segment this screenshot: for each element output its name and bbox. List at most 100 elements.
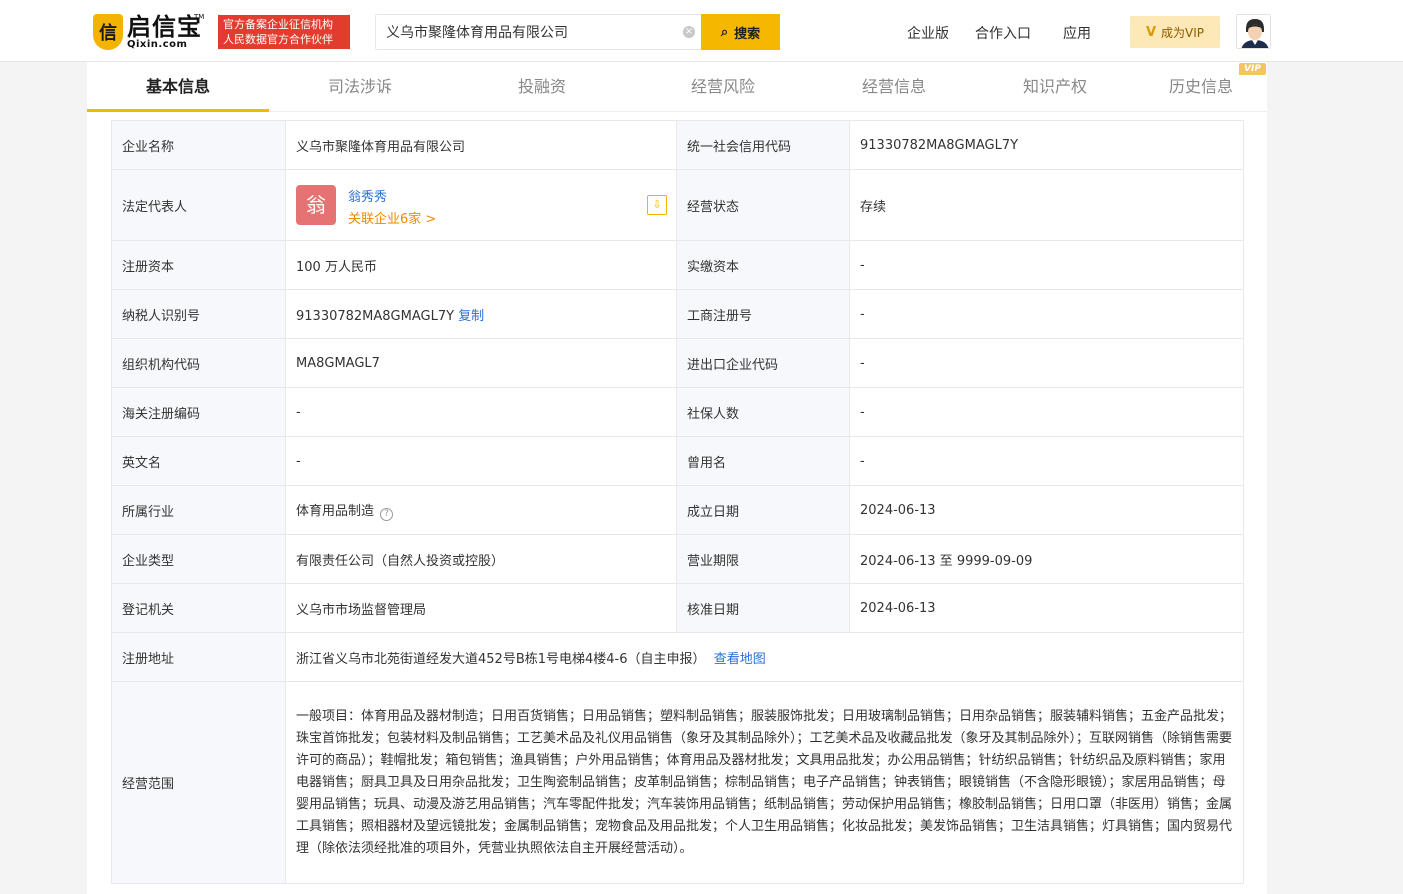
logo-trademark: TM (194, 13, 205, 21)
nav-apps[interactable]: 应用 (1063, 23, 1091, 43)
status-value: 存续 (849, 169, 1244, 241)
tab-bar: 基本信息 司法涉诉 投融资 经营风险 经营信息 知识产权 历史信息 VIP (87, 62, 1267, 112)
address-value: 浙江省义乌市北苑街道经发大道452号B栋1号电梯4楼4-6（自主申报） (296, 651, 706, 667)
badge-line-1: 官方备案企业征信机构 (223, 18, 333, 31)
table-row: 登记机关 义乌市市场监督管理局 核准日期 2024-06-13 (111, 583, 1244, 633)
table-row: 所属行业 体育用品制造? 成立日期 2024-06-13 (111, 485, 1244, 535)
nav-enterprise-edition[interactable]: 企业版 (907, 23, 949, 43)
tab-operating-risk[interactable]: 经营风险 (633, 62, 813, 112)
credit-code-value: 91330782MA8GMAGL7Y (849, 120, 1244, 170)
reg-authority-value: 义乌市市场监督管理局 (285, 583, 677, 633)
company-name-value: 义乌市聚隆体育用品有限公司 (285, 120, 677, 170)
tax-id-cell: 91330782MA8GMAGL7Y 复制 (285, 289, 677, 339)
industry-label: 所属行业 (111, 485, 286, 535)
customs-value: - (285, 387, 677, 437)
credit-code-label: 统一社会信用代码 (676, 120, 850, 170)
become-vip-button[interactable]: V 成为VIP (1130, 16, 1220, 48)
former-name-label: 曾用名 (676, 436, 850, 486)
biz-term-label: 营业期限 (676, 534, 850, 584)
main-content: 企业名称 义乌市聚隆体育用品有限公司 统一社会信用代码 91330782MA8G… (87, 112, 1267, 894)
table-row: 企业类型 有限责任公司（自然人投资或控股） 营业期限 2024-06-13 至 … (111, 534, 1244, 584)
approval-date-label: 核准日期 (676, 583, 850, 633)
table-row: 组织机构代码 MA8GMAGL7 进出口企业代码 - (111, 338, 1244, 388)
org-code-value: MA8GMAGL7 (285, 338, 677, 388)
former-name-value: - (849, 436, 1244, 486)
download-report-icon[interactable]: ⇩ (647, 195, 667, 215)
table-row: 注册资本 100 万人民币 实缴资本 - (111, 240, 1244, 290)
biz-reg-no-value: - (849, 289, 1244, 339)
nav-partnership[interactable]: 合作入口 (975, 23, 1031, 43)
tab-investment[interactable]: 投融资 (451, 62, 633, 112)
search-icon: ⌕ (720, 24, 729, 39)
table-row: 纳税人识别号 91330782MA8GMAGL7Y 复制 工商注册号 - (111, 289, 1244, 339)
logo-english: Qixin.com (127, 38, 188, 50)
user-avatar-icon (1237, 15, 1270, 48)
tab-operating-info[interactable]: 经营信息 (813, 62, 975, 112)
table-row: 海关注册编码 - 社保人数 - (111, 387, 1244, 437)
org-code-label: 组织机构代码 (111, 338, 286, 388)
english-name-value: - (285, 436, 677, 486)
social-insurance-value: - (849, 387, 1244, 437)
vip-tag: VIP (1239, 63, 1266, 75)
founded-label: 成立日期 (676, 485, 850, 535)
close-icon: × (683, 26, 695, 38)
table-row: 英文名 - 曾用名 - (111, 436, 1244, 486)
tax-id-value: 91330782MA8GMAGL7Y (296, 308, 455, 324)
social-insurance-label: 社保人数 (676, 387, 850, 437)
help-icon[interactable]: ? (380, 507, 394, 521)
paid-capital-label: 实缴资本 (676, 240, 850, 290)
english-name-label: 英文名 (111, 436, 286, 486)
import-export-label: 进出口企业代码 (676, 338, 850, 388)
user-avatar[interactable] (1236, 14, 1271, 49)
reg-capital-value: 100 万人民币 (285, 240, 677, 290)
qixin-logo[interactable]: 信 启信宝 Qixin.com TM (93, 13, 205, 51)
copy-link[interactable]: 复制 (458, 309, 484, 324)
address-cell: 浙江省义乌市北苑街道经发大道452号B栋1号电梯4楼4-6（自主申报） 查看地图 (285, 632, 1244, 682)
legal-rep-avatar[interactable]: 翁 (296, 185, 336, 225)
paid-capital-value: - (849, 240, 1244, 290)
reg-capital-label: 注册资本 (111, 240, 286, 290)
search-button-label: 搜索 (734, 25, 761, 41)
industry-value: 体育用品制造 (296, 503, 375, 519)
tax-id-label: 纳税人识别号 (111, 289, 286, 339)
tab-ip[interactable]: 知识产权 (975, 62, 1135, 112)
customs-label: 海关注册编码 (111, 387, 286, 437)
legal-rep-block: 翁 翁秀秀 关联企业6家 > ⇩ (296, 170, 667, 240)
logo-shield-icon: 信 (93, 14, 123, 50)
tab-litigation[interactable]: 司法涉诉 (269, 62, 451, 112)
tab-basic-info[interactable]: 基本信息 (87, 62, 269, 112)
table-row: 注册地址 浙江省义乌市北苑街道经发大道452号B栋1号电梯4楼4-6（自主申报）… (111, 632, 1244, 682)
founded-value: 2024-06-13 (849, 485, 1244, 535)
logo-chinese: 启信宝 (127, 12, 202, 41)
vip-v-icon: V (1145, 24, 1157, 40)
biz-term-value: 2024-06-13 至 9999-09-09 (849, 534, 1244, 584)
approval-date-value: 2024-06-13 (849, 583, 1244, 633)
table-row: 企业名称 义乌市聚隆体育用品有限公司 统一社会信用代码 91330782MA8G… (111, 120, 1244, 170)
legal-rep-name-link[interactable]: 翁秀秀 (348, 186, 387, 205)
industry-cell: 体育用品制造? (285, 485, 677, 535)
scope-label: 经营范围 (111, 681, 286, 884)
badge-line-2: 人民数据官方合作伙伴 (223, 33, 333, 46)
company-type-value: 有限责任公司（自然人投资或控股） (285, 534, 677, 584)
related-companies-link[interactable]: 关联企业6家 > (348, 208, 436, 227)
basic-info-table: 企业名称 义乌市聚隆体育用品有限公司 统一社会信用代码 91330782MA8G… (111, 120, 1244, 884)
logo-text: 启信宝 Qixin.com (127, 15, 202, 50)
reg-authority-label: 登记机关 (111, 583, 286, 633)
legal-rep-label: 法定代表人 (111, 169, 286, 241)
status-label: 经营状态 (676, 169, 850, 241)
clear-search-button[interactable]: × (677, 15, 701, 49)
search-box: × ⌕ 搜索 (375, 14, 780, 50)
legal-rep-cell: 翁 翁秀秀 关联企业6家 > ⇩ (285, 169, 677, 241)
table-row: 经营范围 一般项目：体育用品及器材制造；日用百货销售；日用品销售；塑料制品销售；… (111, 681, 1244, 884)
company-type-label: 企业类型 (111, 534, 286, 584)
search-input[interactable] (376, 15, 677, 49)
import-export-value: - (849, 338, 1244, 388)
view-map-link[interactable]: 查看地图 (714, 652, 766, 667)
biz-reg-no-label: 工商注册号 (676, 289, 850, 339)
table-row: 法定代表人 翁 翁秀秀 关联企业6家 > ⇩ 经营状态 存续 (111, 169, 1244, 241)
address-label: 注册地址 (111, 632, 286, 682)
search-button[interactable]: ⌕ 搜索 (701, 14, 780, 50)
scope-value: 一般项目：体育用品及器材制造；日用百货销售；日用品销售；塑料制品销售；服装服饰批… (285, 681, 1244, 884)
top-header: 信 启信宝 Qixin.com TM 官方备案企业征信机构 人民数据官方合作伙伴… (0, 0, 1403, 62)
vip-button-label: 成为VIP (1161, 25, 1205, 40)
